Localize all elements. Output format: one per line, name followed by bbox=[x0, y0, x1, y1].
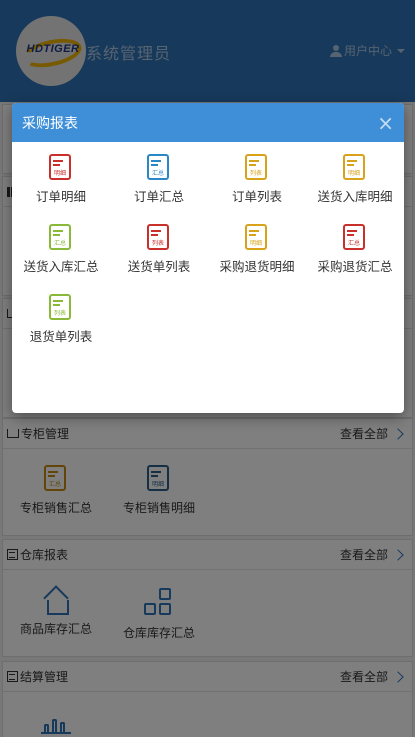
modal-item-order-list[interactable]: 列表 订单列表 bbox=[208, 154, 306, 224]
report-summary-icon: 汇总 bbox=[49, 224, 73, 252]
modal-item-purchase-return-summary[interactable]: 汇总 采购退货汇总 bbox=[306, 224, 404, 294]
purchase-report-modal: 采购报表 × 明细 订单明细 汇总 订单汇总 列表 订单列表 明细 送货入库明细… bbox=[12, 103, 404, 413]
report-detail-icon: 明细 bbox=[49, 154, 73, 182]
modal-item-label: 采购退货明细 bbox=[219, 259, 295, 274]
modal-header: 采购报表 × bbox=[12, 103, 404, 142]
modal-item-label: 送货入库汇总 bbox=[23, 259, 99, 274]
report-list-icon: 列表 bbox=[49, 294, 73, 322]
modal-item-label: 采购退货汇总 bbox=[317, 259, 393, 274]
report-list-icon: 列表 bbox=[147, 224, 171, 252]
modal-grid: 明细 订单明细 汇总 订单汇总 列表 订单列表 明细 送货入库明细 汇总 送货入… bbox=[12, 142, 404, 364]
modal-item-label: 订单列表 bbox=[231, 189, 282, 204]
modal-item-delivery-note-list[interactable]: 列表 送货单列表 bbox=[110, 224, 208, 294]
modal-item-delivery-inbound-detail[interactable]: 明细 送货入库明细 bbox=[306, 154, 404, 224]
report-detail-icon: 明细 bbox=[343, 154, 367, 182]
modal-title: 采购报表 bbox=[22, 115, 78, 132]
modal-item-label: 订单明细 bbox=[35, 189, 86, 204]
modal-item-order-summary[interactable]: 汇总 订单汇总 bbox=[110, 154, 208, 224]
modal-item-delivery-inbound-summary[interactable]: 汇总 送货入库汇总 bbox=[12, 224, 110, 294]
modal-item-return-note-list[interactable]: 列表 退货单列表 bbox=[12, 294, 110, 364]
modal-item-label: 退货单列表 bbox=[29, 329, 93, 344]
modal-item-purchase-return-detail[interactable]: 明细 采购退货明细 bbox=[208, 224, 306, 294]
modal-item-label: 订单汇总 bbox=[133, 189, 184, 204]
report-detail-icon: 明细 bbox=[245, 224, 269, 252]
modal-item-order-detail[interactable]: 明细 订单明细 bbox=[12, 154, 110, 224]
report-list-icon: 列表 bbox=[245, 154, 269, 182]
report-summary-icon: 汇总 bbox=[147, 154, 171, 182]
modal-item-label: 送货单列表 bbox=[127, 259, 191, 274]
modal-item-label: 送货入库明细 bbox=[317, 189, 393, 204]
report-summary-icon: 汇总 bbox=[343, 224, 367, 252]
close-icon[interactable]: × bbox=[377, 113, 394, 133]
